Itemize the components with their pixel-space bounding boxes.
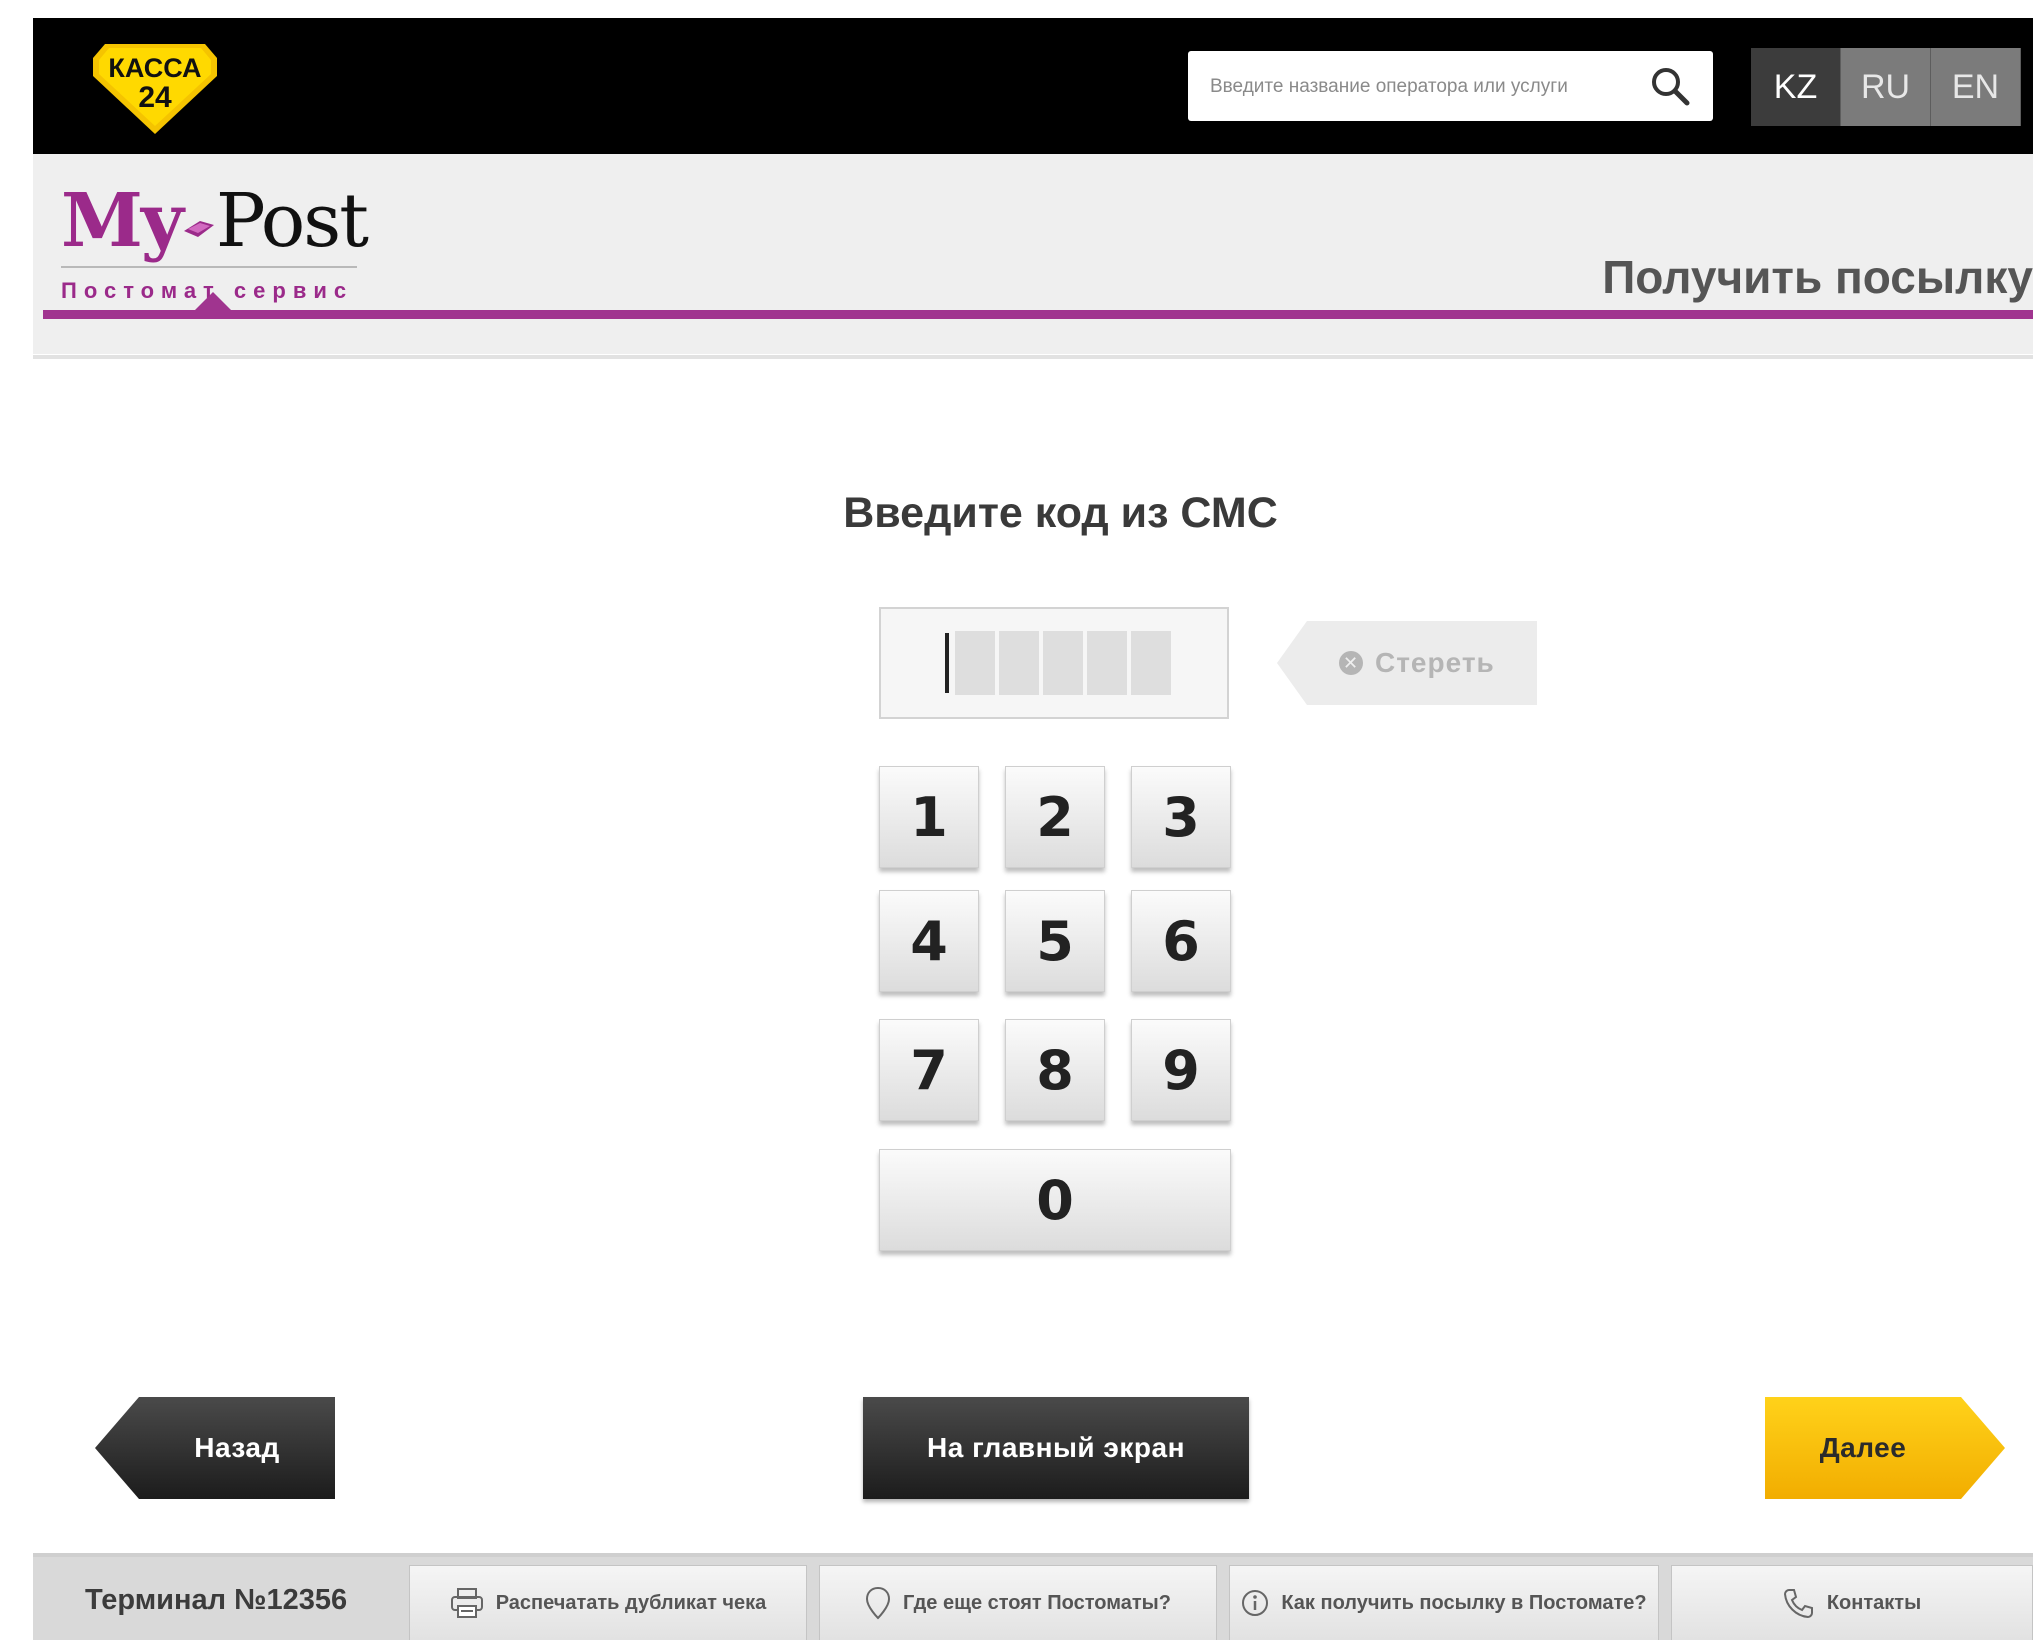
locations-label: Где еще стоят Постоматы? bbox=[903, 1591, 1171, 1614]
keypad-key-6[interactable]: 6 bbox=[1131, 890, 1231, 992]
kassa24-logo: КАССА 24 bbox=[93, 36, 217, 136]
text-cursor bbox=[945, 633, 949, 693]
lang-ru-button[interactable]: RU bbox=[1841, 48, 1931, 126]
keypad-key-3[interactable]: 3 bbox=[1131, 766, 1231, 868]
search-box[interactable] bbox=[1188, 51, 1713, 123]
keypad-key-1[interactable]: 1 bbox=[879, 766, 979, 868]
code-digit-slot bbox=[999, 631, 1039, 695]
search-input[interactable] bbox=[1208, 51, 1642, 123]
keypad-key-4[interactable]: 4 bbox=[879, 890, 979, 992]
keypad-key-7[interactable]: 7 bbox=[879, 1019, 979, 1121]
keypad-key-2[interactable]: 2 bbox=[1005, 766, 1105, 868]
brand-my: My bbox=[61, 178, 184, 264]
lang-en-button[interactable]: EN bbox=[1931, 48, 2021, 126]
print-duplicate-button[interactable]: Распечатать дубликат чека bbox=[409, 1565, 807, 1640]
main-content: Введите код из СМС ✕ Стереть 1 2 3 4 5 6 … bbox=[33, 355, 2033, 1554]
page-title: Получить посылку bbox=[1602, 251, 2033, 303]
search-icon[interactable] bbox=[1649, 65, 1691, 107]
how-to-receive-button[interactable]: Как получить посылку в Постомате? bbox=[1229, 1565, 1659, 1640]
locations-button[interactable]: Где еще стоят Постоматы? bbox=[819, 1565, 1217, 1640]
code-digit-slot bbox=[1087, 631, 1127, 695]
language-switcher: KZ RU EN bbox=[1751, 48, 2021, 126]
location-pin-icon bbox=[865, 1586, 891, 1620]
footer-bar: Терминал №12356 Распечатать дубликат чек… bbox=[33, 1553, 2033, 1640]
erase-button[interactable]: ✕ Стереть bbox=[1277, 621, 1537, 705]
code-digit-slot bbox=[955, 631, 995, 695]
logo-line2: 24 bbox=[138, 81, 172, 114]
clear-icon: ✕ bbox=[1339, 651, 1363, 675]
envelope-icon bbox=[183, 220, 214, 237]
brand-post: Post bbox=[215, 178, 369, 264]
sms-code-input[interactable] bbox=[879, 607, 1229, 719]
code-digit-slot bbox=[1043, 631, 1083, 695]
info-icon bbox=[1241, 1589, 1269, 1617]
code-digit-slot bbox=[1131, 631, 1171, 695]
print-duplicate-label: Распечатать дубликат чека bbox=[495, 1591, 767, 1614]
home-button[interactable]: На главный экран bbox=[863, 1397, 1249, 1499]
keypad-key-8[interactable]: 8 bbox=[1005, 1019, 1105, 1121]
printer-icon bbox=[450, 1587, 484, 1619]
header-notch bbox=[193, 292, 233, 312]
phone-icon bbox=[1783, 1587, 1815, 1619]
keypad-key-0[interactable]: 0 bbox=[879, 1149, 1231, 1251]
keypad-key-5[interactable]: 5 bbox=[1005, 890, 1105, 992]
sms-code-prompt: Введите код из СМС bbox=[843, 489, 1278, 537]
contacts-button[interactable]: Контакты bbox=[1671, 1565, 2033, 1640]
erase-label: Стереть bbox=[1375, 647, 1495, 678]
kiosk-screen: КАССА 24 KZ RU EN MyPost Постомат сервис… bbox=[33, 18, 2033, 1640]
header-divider bbox=[43, 310, 2033, 319]
top-bar: КАССА 24 KZ RU EN bbox=[33, 18, 2033, 154]
contacts-label: Контакты bbox=[1826, 1591, 1922, 1614]
page-header: My Post Постомат сервис Получить посылку bbox=[33, 154, 2033, 354]
mypost-logo: My Post Постомат сервис bbox=[61, 184, 369, 304]
next-button[interactable]: Далее bbox=[1765, 1397, 2005, 1499]
logo-line1: КАССА bbox=[108, 53, 201, 83]
back-button[interactable]: Назад bbox=[95, 1397, 335, 1499]
lang-kz-button[interactable]: KZ bbox=[1751, 48, 1841, 126]
keypad-key-9[interactable]: 9 bbox=[1131, 1019, 1231, 1121]
how-to-receive-label: Как получить посылку в Постомате? bbox=[1281, 1591, 1647, 1614]
terminal-number: Терминал №12356 bbox=[85, 1584, 348, 1616]
